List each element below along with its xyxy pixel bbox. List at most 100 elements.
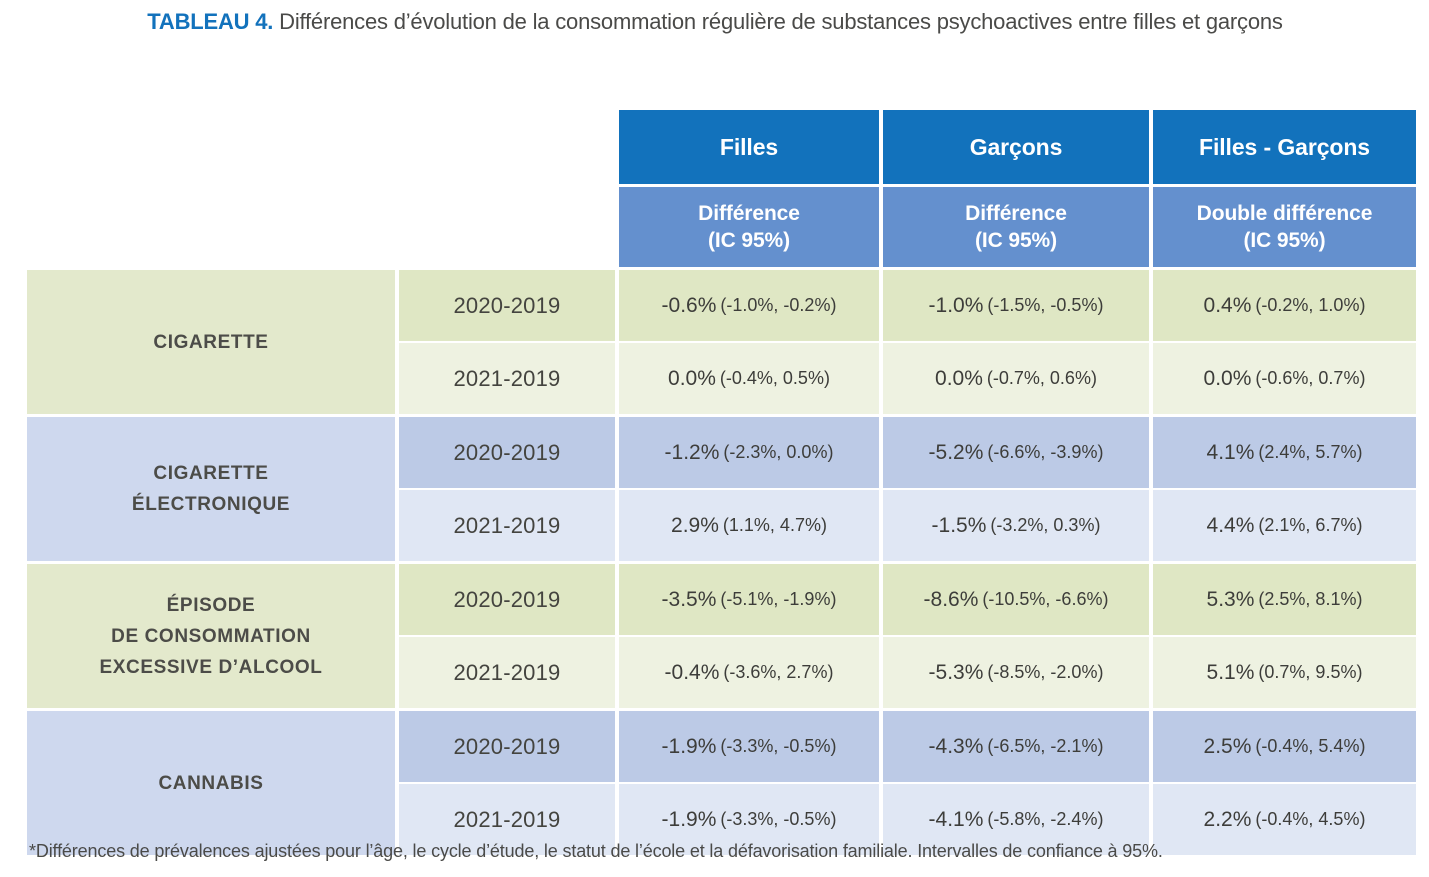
- table-section: ÉPISODE DE CONSOMMATION EXCESSIVE D’ALCOOL…: [27, 564, 1416, 708]
- value-confidence-interval: (-3.2%, 0.3%): [990, 515, 1101, 535]
- cell-period: 2020-2019: [399, 564, 615, 635]
- table-row: 2020-2019 -1.2% (-2.3%, 0.0%) -5.2% (-6.6%, …: [399, 417, 1416, 488]
- value-confidence-interval: (1.1%, 4.7%): [722, 515, 827, 535]
- cell-double-difference: 5.1% (0.7%, 9.5%): [1153, 637, 1416, 708]
- section-rows: 2020-2019 -1.2% (-2.3%, 0.0%) -5.2% (-6.6%, …: [399, 417, 1416, 561]
- table-section: CIGARETTE ÉLECTRONIQUE 2020-2019 -1.2% (-2.3…: [27, 417, 1416, 561]
- header-corner-blank: [27, 110, 395, 184]
- subheader-line2: (IC 95%): [1243, 229, 1326, 252]
- cell-garcons: -5.2% (-6.6%, -3.9%): [883, 417, 1149, 488]
- section-label-2: CIGARETTE ÉLECTRONIQUE: [27, 417, 395, 561]
- cell-filles: -1.9% (-3.3%, -0.5%): [619, 711, 879, 782]
- subheader-garcons-difference: Différence (IC 95%): [883, 187, 1149, 267]
- section-label-line: EXCESSIVE D’ALCOOL: [99, 656, 323, 678]
- cell-double-difference: 0.0% (-0.6%, 0.7%): [1153, 343, 1416, 414]
- value-estimate: -3.5%: [661, 587, 717, 611]
- value-confidence-interval: (-5.1%, -1.9%): [720, 589, 837, 609]
- value-confidence-interval: (-3.3%, -0.5%): [720, 736, 837, 756]
- cell-period: 2021-2019: [399, 637, 615, 708]
- value-estimate: -8.6%: [923, 587, 979, 611]
- cell-filles: -0.4% (-3.6%, 2.7%): [619, 637, 879, 708]
- value-confidence-interval: (-10.5%, -6.6%): [982, 589, 1109, 609]
- section-label-line: CIGARETTE: [153, 331, 269, 353]
- header-filles: Filles: [619, 110, 879, 184]
- subheader-line2: (IC 95%): [974, 229, 1058, 252]
- value-estimate: 2.5%: [1203, 734, 1252, 758]
- value-confidence-interval: (-8.5%, -2.0%): [987, 662, 1104, 682]
- section-label-4: CANNABIS: [27, 711, 395, 855]
- subheader-line1: Différence: [965, 202, 1067, 225]
- table-header-sub-row: Différence (IC 95%) Différence (IC 95%) …: [27, 187, 1416, 267]
- cell-garcons: 0.0% (-0.7%, 0.6%): [883, 343, 1149, 414]
- value-confidence-interval: (-6.6%, -3.9%): [987, 442, 1104, 462]
- value-confidence-interval: (-5.8%, -2.4%): [987, 809, 1104, 829]
- value-estimate: -1.9%: [661, 807, 717, 831]
- cell-filles: 0.0% (-0.4%, 0.5%): [619, 343, 879, 414]
- table-number-label: TABLEAU 4.: [147, 9, 274, 34]
- page-title: TABLEAU 4. Différences d’évolution de la…: [120, 6, 1310, 40]
- cell-filles: -1.2% (-2.3%, 0.0%): [619, 417, 879, 488]
- table-title-text: Différences d’évolution de la consommati…: [273, 9, 1283, 34]
- table-section: CIGARETTE 2020-2019 -0.6% (-1.0%, -0.2%) -1.…: [27, 270, 1416, 414]
- value-estimate: -1.0%: [928, 293, 984, 317]
- cell-garcons: -1.5% (-3.2%, 0.3%): [883, 490, 1149, 561]
- section-label-line: CIGARETTE: [153, 463, 269, 484]
- cell-garcons: -1.0% (-1.5%, -0.5%): [883, 270, 1149, 341]
- value-confidence-interval: (0.7%, 9.5%): [1258, 662, 1363, 682]
- section-label-line: DE CONSOMMATION: [111, 625, 311, 647]
- value-estimate: -5.2%: [928, 440, 984, 464]
- section-rows: 2020-2019 -0.6% (-1.0%, -0.2%) -1.0% (-1.5%,…: [399, 270, 1416, 414]
- cell-garcons: -8.6% (-10.5%, -6.6%): [883, 564, 1149, 635]
- value-estimate: 5.3%: [1206, 587, 1255, 611]
- value-confidence-interval: (-3.6%, 2.7%): [723, 662, 834, 682]
- value-estimate: -1.5%: [931, 513, 987, 537]
- cell-filles: -0.6% (-1.0%, -0.2%): [619, 270, 879, 341]
- cell-double-difference: 0.4% (-0.2%, 1.0%): [1153, 270, 1416, 341]
- value-estimate: -4.1%: [928, 807, 984, 831]
- section-label-line: CANNABIS: [158, 772, 264, 794]
- cell-period: 2020-2019: [399, 417, 615, 488]
- table-row: 2021-2019 0.0% (-0.4%, 0.5%) 0.0% (-0.7%, 0.…: [399, 343, 1416, 414]
- section-label-1: CIGARETTE: [27, 270, 395, 414]
- table-row: 2020-2019 -1.9% (-3.3%, -0.5%) -4.3% (-6.5%,…: [399, 711, 1416, 782]
- value-confidence-interval: (-0.4%, 0.5%): [719, 368, 830, 388]
- section-label-line: ÉPISODE: [166, 594, 256, 616]
- value-confidence-interval: (-0.4%, 5.4%): [1255, 736, 1366, 756]
- value-estimate: 4.4%: [1206, 513, 1255, 537]
- cell-double-difference: 4.4% (2.1%, 6.7%): [1153, 490, 1416, 561]
- subheader-filles-difference: Différence (IC 95%): [619, 187, 879, 267]
- cell-period: 2021-2019: [399, 343, 615, 414]
- subheader-double-difference: Double différence (IC 95%): [1153, 187, 1416, 267]
- section-label-3: ÉPISODE DE CONSOMMATION EXCESSIVE D’ALCOOL: [27, 564, 395, 708]
- cell-garcons: -5.3% (-8.5%, -2.0%): [883, 637, 1149, 708]
- cell-filles: 2.9% (1.1%, 4.7%): [619, 490, 879, 561]
- section-rows: 2020-2019 -1.9% (-3.3%, -0.5%) -4.3% (-6.5%,…: [399, 711, 1416, 855]
- value-confidence-interval: (-3.3%, -0.5%): [720, 809, 837, 829]
- value-confidence-interval: (-6.5%, -2.1%): [987, 736, 1104, 756]
- value-confidence-interval: (-0.2%, 1.0%): [1255, 295, 1366, 315]
- subheader-corner-blank: [27, 187, 395, 267]
- value-confidence-interval: (2.1%, 6.7%): [1258, 515, 1363, 535]
- value-confidence-interval: (-0.4%, 4.5%): [1255, 809, 1366, 829]
- header-garcons: Garçons: [883, 110, 1149, 184]
- table-footnote: *Différences de prévalences ajustées pou…: [29, 841, 1163, 861]
- value-confidence-interval: (-0.7%, 0.6%): [986, 368, 1097, 388]
- value-confidence-interval: (-1.0%, -0.2%): [720, 295, 837, 315]
- section-label-line: ÉLECTRONIQUE: [131, 494, 291, 515]
- value-confidence-interval: (2.5%, 8.1%): [1258, 589, 1363, 609]
- cell-period: 2020-2019: [399, 270, 615, 341]
- value-estimate: 0.4%: [1203, 293, 1252, 317]
- cell-filles: -3.5% (-5.1%, -1.9%): [619, 564, 879, 635]
- cell-garcons: -4.3% (-6.5%, -2.1%): [883, 711, 1149, 782]
- value-estimate: -5.3%: [928, 660, 984, 684]
- value-estimate: 0.0%: [1203, 366, 1252, 390]
- cell-double-difference: 4.1% (2.4%, 5.7%): [1153, 417, 1416, 488]
- cell-period: 2021-2019: [399, 490, 615, 561]
- table-row: 2020-2019 -3.5% (-5.1%, -1.9%) -8.6% (-10.5%…: [399, 564, 1416, 635]
- value-estimate: 4.1%: [1206, 440, 1255, 464]
- value-estimate: -1.2%: [664, 440, 720, 464]
- subheader-line1: Différence: [698, 202, 800, 225]
- value-estimate: 2.2%: [1203, 807, 1252, 831]
- subheader-line1: Double différence: [1196, 202, 1373, 225]
- section-rows: 2020-2019 -3.5% (-5.1%, -1.9%) -8.6% (-10.5%…: [399, 564, 1416, 708]
